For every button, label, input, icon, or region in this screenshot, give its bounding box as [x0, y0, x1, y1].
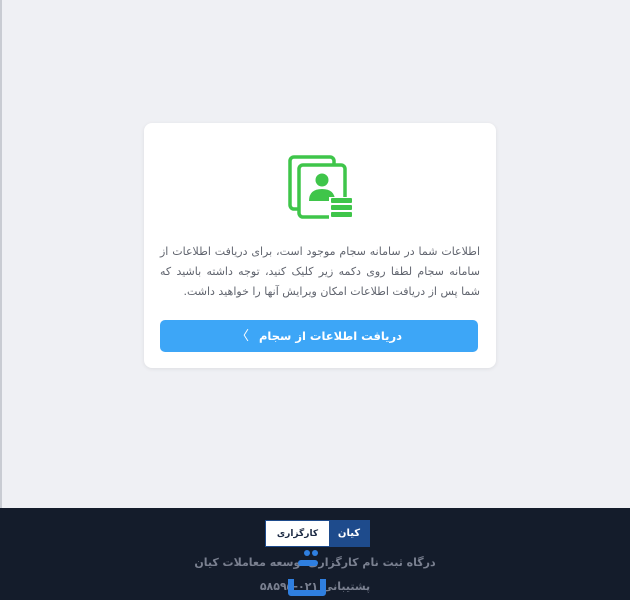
logo-kian-text: کیان — [329, 521, 369, 546]
logo-broker-text: کارگزاری — [266, 521, 329, 546]
get-sejam-info-label: دریافت اطلاعات از سجام — [259, 329, 403, 343]
sejam-info-text: اطلاعات شما در سامانه سجام موجود است، بر… — [160, 245, 480, 298]
footer: کارگزاری کیان درگاه ثبت نام کارگزاری توس… — [0, 508, 630, 600]
sejam-info-card: اطلاعات شما در سامانه سجام موجود است، بر… — [144, 123, 496, 368]
profile-document-icon — [288, 155, 353, 219]
chevron-left-icon: 〉 — [235, 328, 249, 344]
kian-broker-logo: کارگزاری کیان — [265, 520, 370, 547]
watermark-logo-icon — [288, 550, 326, 596]
main-content: اطلاعات شما در سامانه سجام موجود است، بر… — [2, 0, 630, 508]
get-sejam-info-button[interactable]: دریافت اطلاعات از سجام 〉 — [160, 320, 478, 352]
